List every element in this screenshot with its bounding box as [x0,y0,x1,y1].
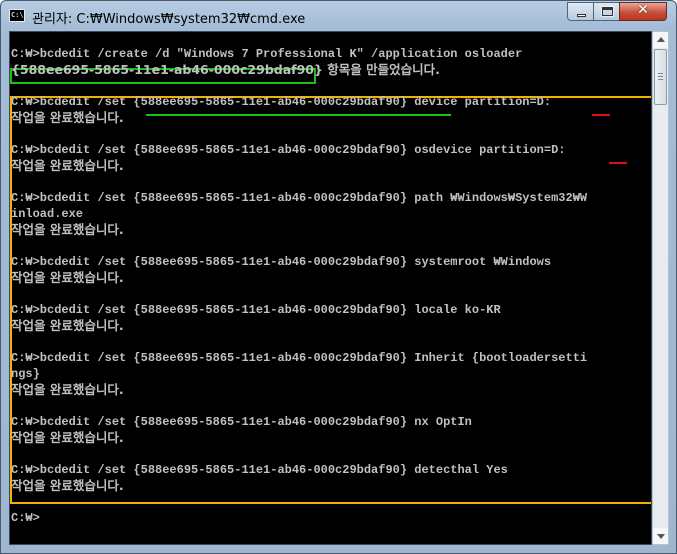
console-line: 작업을 완료했습니다. [11,318,124,333]
minimize-icon [577,14,586,17]
arrow-up-icon [657,37,665,42]
console-line: 작업을 완료했습니다. [11,158,124,173]
console-line: C:₩>bcdedit /set {588ee695-5865-11e1-ab4… [11,95,552,109]
guid-underline [146,114,451,116]
console-line: 작업을 완료했습니다. [11,270,124,285]
scroll-up-button[interactable] [653,32,668,48]
console-output[interactable]: C:₩>bcdedit /create /d "Windows 7 Profes… [9,31,652,545]
minimize-button[interactable] [567,2,594,21]
console-line: ngs} [11,367,40,381]
console-line: inload.exe [11,207,84,221]
console-line: C:₩>bcdedit /set {588ee695-5865-11e1-ab4… [11,191,588,205]
console-line: 작업을 완료했습니다. [11,478,124,493]
cmd-app-icon[interactable]: C:\ [9,9,25,22]
console-line: 작업을 완료했습니다. [11,382,124,397]
close-button[interactable]: ✕ [619,2,667,21]
maximize-icon [601,6,614,17]
console-line: C:₩>bcdedit /set {588ee695-5865-11e1-ab4… [11,303,501,317]
vertical-scrollbar[interactable] [652,31,669,545]
console-line: C:₩>bcdedit /set {588ee695-5865-11e1-ab4… [11,351,588,365]
console-line: 작업을 완료했습니다. [11,110,124,125]
title-bar[interactable]: C:\ 관리자: C:₩Windows₩system32₩cmd.exe ✕ [1,1,676,31]
console-line: C:₩>bcdedit /set {588ee695-5865-11e1-ab4… [11,463,508,477]
osdevice-partition-underline [609,162,627,164]
cmd-window: C:\ 관리자: C:₩Windows₩system32₩cmd.exe ✕ C… [0,0,677,554]
console-line: C:₩>bcdedit /set {588ee695-5865-11e1-ab4… [11,255,552,269]
close-icon: ✕ [637,2,649,18]
console-line: 작업을 완료했습니다. [11,430,124,445]
maximize-button[interactable] [593,2,620,21]
scroll-thumb[interactable] [654,49,667,105]
grip-line [658,73,663,74]
console-line: C:₩>bcdedit /set {588ee695-5865-11e1-ab4… [11,143,566,157]
console-line: {588ee695-5865-11e1-ab46-000c29bdaf90} 항… [11,62,440,77]
console-line: C:₩> [11,511,40,525]
console-line: C:₩>bcdedit /set {588ee695-5865-11e1-ab4… [11,415,472,429]
scroll-down-button[interactable] [653,528,668,544]
console-line: C:₩>bcdedit /create /d "Windows 7 Profes… [11,47,523,61]
grip-line [658,79,663,80]
arrow-down-icon [657,534,665,539]
window-title: 관리자: C:₩Windows₩system32₩cmd.exe [32,12,306,27]
grip-line [658,76,663,77]
console-line: 작업을 완료했습니다. [11,222,124,237]
device-partition-underline [592,114,610,116]
